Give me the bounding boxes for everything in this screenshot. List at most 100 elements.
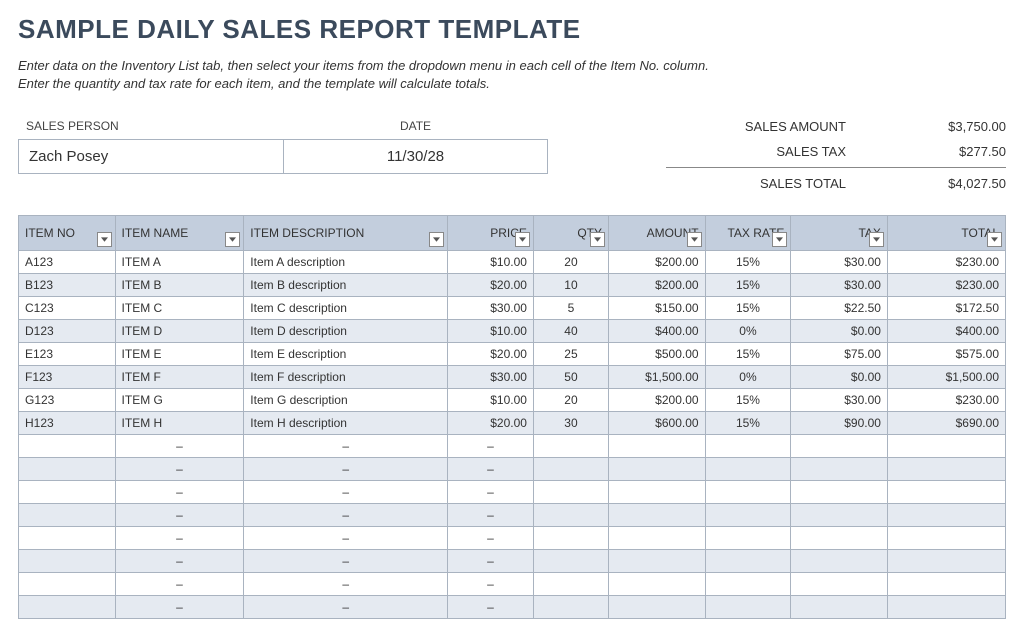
- cell-tax-rate[interactable]: 15%: [705, 297, 791, 320]
- cell-item-no[interactable]: [19, 527, 116, 550]
- filter-total[interactable]: [987, 232, 1002, 247]
- cell-item-no[interactable]: [19, 550, 116, 573]
- cell-qty[interactable]: 30: [533, 412, 608, 435]
- cell-item-name[interactable]: ITEM C: [115, 297, 244, 320]
- cell-item-name[interactable]: –: [115, 550, 244, 573]
- filter-amount[interactable]: [687, 232, 702, 247]
- cell-qty[interactable]: 20: [533, 251, 608, 274]
- cell-tax-rate[interactable]: [705, 435, 791, 458]
- cell-tax-rate[interactable]: [705, 573, 791, 596]
- cell-item-desc[interactable]: –: [244, 550, 448, 573]
- cell-price[interactable]: $10.00: [448, 320, 534, 343]
- header-price[interactable]: PRICE: [448, 216, 534, 251]
- filter-item-desc[interactable]: [429, 232, 444, 247]
- header-item-desc[interactable]: ITEM DESCRIPTION: [244, 216, 448, 251]
- header-amount[interactable]: AMOUNT: [609, 216, 706, 251]
- cell-qty[interactable]: 40: [533, 320, 608, 343]
- cell-qty[interactable]: [533, 596, 608, 619]
- cell-tax-rate[interactable]: [705, 481, 791, 504]
- cell-tax-rate[interactable]: [705, 504, 791, 527]
- cell-item-desc[interactable]: –: [244, 481, 448, 504]
- cell-item-no[interactable]: D123: [19, 320, 116, 343]
- cell-item-name[interactable]: –: [115, 458, 244, 481]
- cell-item-no[interactable]: [19, 573, 116, 596]
- sales-person-input[interactable]: Zach Posey: [18, 139, 283, 174]
- header-qty[interactable]: QTY: [533, 216, 608, 251]
- cell-item-no[interactable]: H123: [19, 412, 116, 435]
- cell-item-no[interactable]: A123: [19, 251, 116, 274]
- cell-tax-rate[interactable]: 0%: [705, 366, 791, 389]
- cell-tax-rate[interactable]: 0%: [705, 320, 791, 343]
- cell-item-desc[interactable]: Item G description: [244, 389, 448, 412]
- cell-tax-rate[interactable]: [705, 527, 791, 550]
- cell-item-name[interactable]: ITEM A: [115, 251, 244, 274]
- filter-qty[interactable]: [590, 232, 605, 247]
- cell-item-no[interactable]: [19, 596, 116, 619]
- cell-qty[interactable]: 50: [533, 366, 608, 389]
- cell-item-name[interactable]: –: [115, 504, 244, 527]
- cell-qty[interactable]: [533, 458, 608, 481]
- cell-item-desc[interactable]: Item F description: [244, 366, 448, 389]
- cell-item-desc[interactable]: Item B description: [244, 274, 448, 297]
- cell-price[interactable]: –: [448, 458, 534, 481]
- cell-tax-rate[interactable]: [705, 458, 791, 481]
- cell-price[interactable]: $20.00: [448, 412, 534, 435]
- cell-tax-rate[interactable]: 15%: [705, 389, 791, 412]
- cell-price[interactable]: –: [448, 596, 534, 619]
- filter-price[interactable]: [515, 232, 530, 247]
- cell-item-name[interactable]: ITEM B: [115, 274, 244, 297]
- cell-item-desc[interactable]: –: [244, 504, 448, 527]
- cell-item-name[interactable]: ITEM D: [115, 320, 244, 343]
- cell-qty[interactable]: [533, 527, 608, 550]
- cell-qty[interactable]: 25: [533, 343, 608, 366]
- cell-qty[interactable]: [533, 504, 608, 527]
- cell-price[interactable]: –: [448, 550, 534, 573]
- cell-price[interactable]: $10.00: [448, 251, 534, 274]
- cell-qty[interactable]: 10: [533, 274, 608, 297]
- cell-qty[interactable]: [533, 550, 608, 573]
- cell-price[interactable]: –: [448, 573, 534, 596]
- cell-qty[interactable]: [533, 481, 608, 504]
- cell-item-desc[interactable]: –: [244, 596, 448, 619]
- cell-item-no[interactable]: B123: [19, 274, 116, 297]
- cell-price[interactable]: $30.00: [448, 297, 534, 320]
- cell-item-no[interactable]: [19, 458, 116, 481]
- cell-item-desc[interactable]: Item E description: [244, 343, 448, 366]
- header-total[interactable]: TOTAL: [887, 216, 1005, 251]
- cell-price[interactable]: –: [448, 504, 534, 527]
- cell-item-no[interactable]: C123: [19, 297, 116, 320]
- cell-item-name[interactable]: ITEM G: [115, 389, 244, 412]
- cell-tax-rate[interactable]: 15%: [705, 251, 791, 274]
- cell-item-name[interactable]: –: [115, 573, 244, 596]
- cell-tax-rate[interactable]: 15%: [705, 343, 791, 366]
- cell-qty[interactable]: 5: [533, 297, 608, 320]
- cell-item-desc[interactable]: –: [244, 573, 448, 596]
- cell-qty[interactable]: 20: [533, 389, 608, 412]
- cell-item-name[interactable]: ITEM F: [115, 366, 244, 389]
- cell-tax-rate[interactable]: [705, 596, 791, 619]
- cell-item-desc[interactable]: Item D description: [244, 320, 448, 343]
- cell-price[interactable]: –: [448, 481, 534, 504]
- cell-item-name[interactable]: ITEM H: [115, 412, 244, 435]
- cell-item-name[interactable]: –: [115, 596, 244, 619]
- header-item-name[interactable]: ITEM NAME: [115, 216, 244, 251]
- filter-item-no[interactable]: [97, 232, 112, 247]
- date-input[interactable]: 11/30/28: [283, 139, 548, 174]
- cell-item-no[interactable]: E123: [19, 343, 116, 366]
- cell-tax-rate[interactable]: 15%: [705, 274, 791, 297]
- cell-tax-rate[interactable]: 15%: [705, 412, 791, 435]
- cell-qty[interactable]: [533, 573, 608, 596]
- cell-item-name[interactable]: –: [115, 527, 244, 550]
- cell-item-desc[interactable]: –: [244, 435, 448, 458]
- filter-item-name[interactable]: [225, 232, 240, 247]
- header-tax-rate[interactable]: TAX RATE: [705, 216, 791, 251]
- cell-item-desc[interactable]: –: [244, 458, 448, 481]
- cell-item-desc[interactable]: Item A description: [244, 251, 448, 274]
- cell-item-no[interactable]: [19, 504, 116, 527]
- filter-tax[interactable]: [869, 232, 884, 247]
- cell-price[interactable]: $20.00: [448, 274, 534, 297]
- cell-tax-rate[interactable]: [705, 550, 791, 573]
- cell-item-no[interactable]: G123: [19, 389, 116, 412]
- cell-item-name[interactable]: ITEM E: [115, 343, 244, 366]
- cell-price[interactable]: $10.00: [448, 389, 534, 412]
